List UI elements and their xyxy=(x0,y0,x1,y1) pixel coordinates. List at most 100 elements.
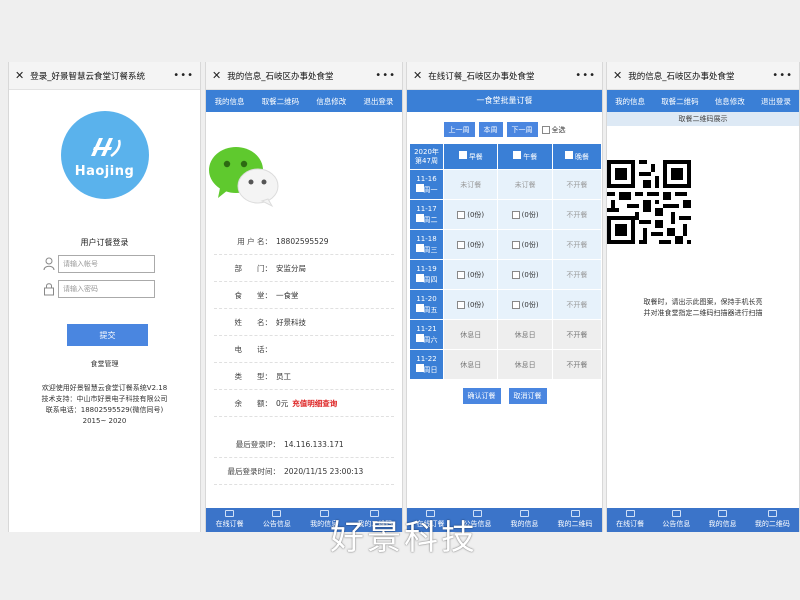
last-login-ip: 最后登录IP： 14.116.133.171 xyxy=(214,431,394,458)
this-week-button[interactable]: 本周 xyxy=(478,122,503,137)
meal-option[interactable]: (0份) xyxy=(498,240,551,250)
title-bar: ✕ 在线订餐_石岐区办事处食堂 ••• xyxy=(407,62,602,90)
meal-header-lunch[interactable]: 午餐 xyxy=(497,143,553,170)
bottom-nav-my-info[interactable]: 我的信息 xyxy=(511,510,539,529)
logo-text: Haojing xyxy=(74,163,135,179)
more-icon[interactable]: ••• xyxy=(772,70,793,81)
notice-icon xyxy=(671,510,681,517)
footer-line: 欢迎使用好景智慧云食堂订餐系统V2.18 xyxy=(41,384,168,392)
submit-button[interactable]: 提交 xyxy=(67,324,148,346)
bottom-nav-notices[interactable]: 公告信息 xyxy=(662,510,690,529)
user-icon xyxy=(520,510,529,517)
qr-section-title: 取餐二维码展示 xyxy=(607,112,799,126)
footer-line: 联系电话：18802595529(微信同号) xyxy=(45,406,164,414)
checkbox[interactable] xyxy=(415,214,424,222)
bottom-nav-notices[interactable]: 公告信息 xyxy=(263,510,291,529)
meal-header-dinner[interactable]: 晚餐 xyxy=(551,143,602,170)
meal-option[interactable]: (0份) xyxy=(498,300,551,310)
batch-order-header: 一食堂批量订餐 xyxy=(407,90,602,112)
close-icon[interactable]: ✕ xyxy=(212,69,221,82)
info-row: 部 门： 安监分局 xyxy=(214,255,394,282)
table-row: 11-20 周五 (0份) (0份) 不开餐 xyxy=(409,289,602,320)
checkbox[interactable] xyxy=(541,125,550,134)
checkbox[interactable] xyxy=(512,151,521,159)
select-all[interactable]: 全选 xyxy=(541,125,566,135)
meal-header-breakfast[interactable]: 早餐 xyxy=(442,143,499,170)
qr-code-screen: ✕ 我的信息_石岐区办事处食堂 ••• 我的信息 取餐二维码 信息修改 退出登录… xyxy=(606,62,800,532)
nav-logout[interactable]: 退出登录 xyxy=(363,96,393,107)
checkbox[interactable] xyxy=(415,304,424,312)
user-info-list: 用 户 名： 18802595529 部 门： 安监分局 食 堂： 一食堂 姓 名：好… xyxy=(206,228,402,485)
top-nav: 我的信息 取餐二维码 信息修改 退出登录 xyxy=(607,90,799,112)
bottom-nav-order[interactable]: 在线订餐 xyxy=(616,510,644,529)
nav-edit-info[interactable]: 信息修改 xyxy=(715,96,745,107)
info-row: 电 话： xyxy=(214,336,394,363)
top-nav: 我的信息 取餐二维码 信息修改 退出登录 xyxy=(206,90,402,112)
title-bar: ✕ 登录_好景智慧云食堂订餐系统 ••• xyxy=(9,62,200,90)
cancel-order-button[interactable]: 取消订餐 xyxy=(508,388,547,404)
info-row: 姓 名： 好景科技 xyxy=(214,309,394,336)
canteen-admin-link[interactable]: 食堂管理 xyxy=(9,359,200,369)
next-week-button[interactable]: 下一周 xyxy=(506,122,538,137)
password-input[interactable]: 请输入密码 xyxy=(58,280,155,298)
checkbox[interactable] xyxy=(458,151,467,159)
page-title: 我的信息_石岐区办事处食堂 xyxy=(227,71,334,82)
meal-option[interactable]: (0份) xyxy=(444,270,497,280)
notice-icon xyxy=(272,510,282,517)
info-row: 用 户 名： 18802595529 xyxy=(214,228,394,255)
checkbox[interactable] xyxy=(415,334,424,342)
nav-my-info[interactable]: 我的信息 xyxy=(615,96,645,107)
nav-my-info[interactable]: 我的信息 xyxy=(215,96,245,107)
haojing-logo: Haojing xyxy=(60,111,149,199)
checkbox[interactable] xyxy=(415,274,424,282)
meal-option[interactable]: (0份) xyxy=(444,240,497,250)
account-input[interactable]: 请输入帐号 xyxy=(58,255,155,273)
info-row: 类 型： 员工 xyxy=(214,363,394,390)
nav-qr-code[interactable]: 取餐二维码 xyxy=(661,96,699,107)
checkbox[interactable] xyxy=(415,364,424,372)
bottom-nav-order[interactable]: 在线订餐 xyxy=(216,510,244,529)
checkbox[interactable] xyxy=(415,184,424,192)
user-icon xyxy=(718,510,728,517)
qr-instructions: 取餐时，请出示此图案，保持手机长亮 并对准食堂指定二维码扫描器进行扫描 xyxy=(643,298,763,317)
footer-line: 2015~ 2020 xyxy=(82,417,127,425)
prev-week-button[interactable]: 上一周 xyxy=(443,122,475,137)
bottom-nav-qr[interactable]: 我的二维码 xyxy=(755,510,790,529)
close-icon[interactable]: ✕ xyxy=(15,69,24,82)
online-order-screen: ✕ 在线订餐_石岐区办事处食堂 ••• 一食堂批量订餐 上一周 本周 下一周 全… xyxy=(406,62,603,532)
table-row: 11-16 周一 未订餐 未订餐 不开餐 xyxy=(409,169,602,200)
more-icon[interactable]: ••• xyxy=(575,70,596,81)
close-icon[interactable]: ✕ xyxy=(613,69,622,82)
qr-icon xyxy=(767,510,777,517)
recharge-history-link[interactable]: 充值明细查询 xyxy=(292,398,337,409)
bottom-nav-qr[interactable]: 我的二维码 xyxy=(558,510,593,529)
title-bar: ✕ 我的信息_石岐区办事处食堂 ••• xyxy=(206,62,402,90)
qr-icon xyxy=(570,510,580,517)
close-icon[interactable]: ✕ xyxy=(413,69,422,82)
checkbox[interactable] xyxy=(415,244,424,252)
watermark: 好景科技 xyxy=(330,518,478,558)
meal-option[interactable]: (0份) xyxy=(444,300,497,310)
login-title: 用户订餐登录 xyxy=(80,238,129,247)
footer-info: 欢迎使用好景智慧云食堂订餐系统V2.18 技术支持：中山市好景电子科技有限公司 … xyxy=(9,383,200,427)
info-row: 食 堂： 一食堂 xyxy=(214,282,394,309)
week-controls: 上一周 本周 下一周 全选 xyxy=(407,122,602,137)
footer-line: 技术支持：中山市好景电子科技有限公司 xyxy=(41,395,168,403)
week-header: 2020年 第47周 xyxy=(409,143,444,170)
page-title: 在线订餐_石岐区办事处食堂 xyxy=(428,71,535,82)
meal-option[interactable]: (0份) xyxy=(498,210,551,220)
more-icon[interactable]: ••• xyxy=(375,70,396,81)
checkbox[interactable] xyxy=(564,151,573,159)
more-icon[interactable]: ••• xyxy=(173,70,194,81)
logo-mark-icon xyxy=(90,137,121,157)
meal-option[interactable]: (0份) xyxy=(498,270,551,280)
bottom-nav-my-info[interactable]: 我的信息 xyxy=(709,510,737,529)
meal-option[interactable]: (0份) xyxy=(444,210,497,220)
nav-logout[interactable]: 退出登录 xyxy=(761,96,791,107)
page-title: 登录_好景智慧云食堂订餐系统 xyxy=(30,71,145,82)
lock-icon xyxy=(44,283,54,296)
nav-edit-info[interactable]: 信息修改 xyxy=(316,96,346,107)
confirm-order-button[interactable]: 确认订餐 xyxy=(462,388,501,404)
page-title: 我的信息_石岐区办事处食堂 xyxy=(628,71,735,82)
nav-qr-code[interactable]: 取餐二维码 xyxy=(262,96,300,107)
